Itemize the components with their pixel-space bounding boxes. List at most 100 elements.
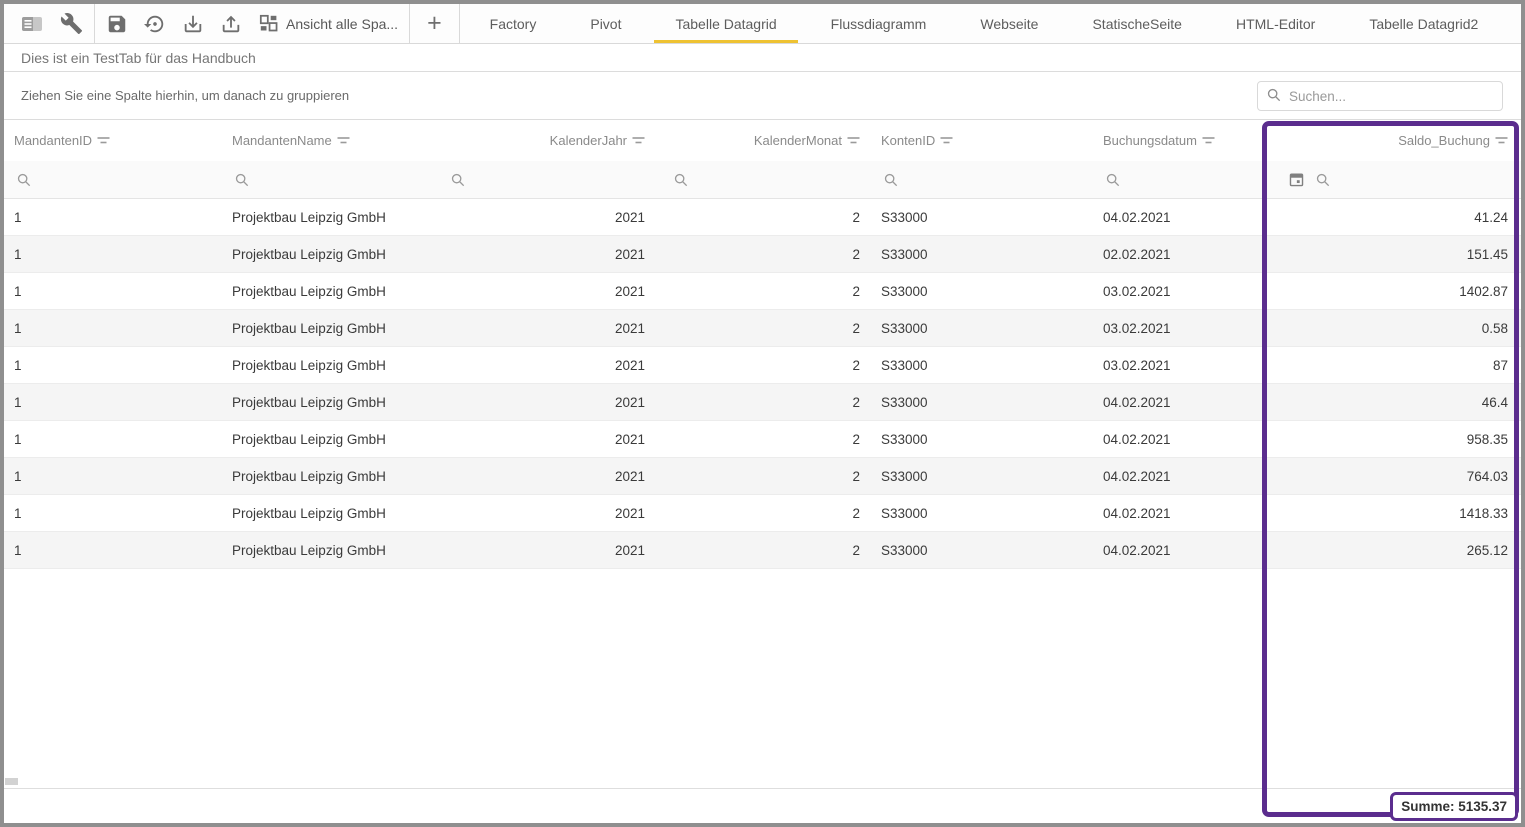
header-filter-icon[interactable] [847, 136, 860, 145]
column-header-kalendermonat[interactable]: KalenderMonat [658, 120, 873, 161]
search-icon [1266, 87, 1282, 106]
cell-kontenid: S33000 [873, 310, 1084, 346]
download-icon [182, 13, 204, 35]
cell-kontenid: S33000 [873, 421, 1084, 457]
tab-webseite[interactable]: Webseite [953, 4, 1065, 43]
tab-factory[interactable]: Factory [463, 4, 564, 43]
save-button[interactable] [98, 4, 136, 43]
cell-saldo_buchung: 151.45 [1262, 236, 1521, 272]
view-all-columns-button[interactable]: Ansicht alle Spa... [250, 4, 406, 43]
cell-kalenderjahr: 2021 [435, 421, 658, 457]
cell-saldo_buchung: 87 [1262, 347, 1521, 383]
cell-buchungsdatum: 04.02.2021 [1084, 199, 1262, 235]
cell-kalenderjahr: 2021 [435, 347, 658, 383]
table-row[interactable]: 1Projektbau Leipzig GmbH20212S3300004.02… [4, 199, 1521, 236]
header-filter-icon[interactable] [1202, 136, 1215, 145]
table-row[interactable]: 1Projektbau Leipzig GmbH20212S3300004.02… [4, 421, 1521, 458]
filter-cell-mandantenid[interactable] [4, 161, 217, 198]
cell-buchungsdatum: 04.02.2021 [1084, 495, 1262, 531]
table-row[interactable]: 1Projektbau Leipzig GmbH20212S3300003.02… [4, 310, 1521, 347]
summary-cell-kontenid [873, 789, 1084, 823]
group-panel[interactable]: Ziehen Sie eine Spalte hierhin, um danac… [4, 72, 1521, 120]
cell-buchungsdatum: 04.02.2021 [1084, 532, 1262, 568]
cell-mandantenid: 1 [4, 347, 217, 383]
cell-saldo_buchung: 1418.33 [1262, 495, 1521, 531]
cell-kalendermonat: 2 [658, 310, 873, 346]
column-header-saldo_buchung[interactable]: Saldo_Buchung [1262, 120, 1521, 161]
cell-kontenid: S33000 [873, 273, 1084, 309]
header-filter-icon[interactable] [1495, 136, 1508, 145]
header-filter-icon[interactable] [632, 136, 645, 145]
column-header-label: Buchungsdatum [1103, 133, 1197, 148]
header-filter-icon[interactable] [337, 136, 350, 145]
table-row[interactable]: 1Projektbau Leipzig GmbH20212S3300004.02… [4, 532, 1521, 569]
tab-tabelle-datagrid[interactable]: Tabelle Datagrid [648, 4, 803, 43]
filter-cell-buchungsdatum[interactable] [1084, 161, 1262, 198]
column-header-label: Saldo_Buchung [1398, 133, 1490, 148]
table-row[interactable]: 1Projektbau Leipzig GmbH20212S3300002.02… [4, 236, 1521, 273]
cell-kalendermonat: 2 [658, 273, 873, 309]
cell-mandantenname: Projektbau Leipzig GmbH [217, 458, 435, 494]
cell-mandantenname: Projektbau Leipzig GmbH [217, 347, 435, 383]
grid-search-box[interactable] [1257, 81, 1503, 111]
table-row[interactable]: 1Projektbau Leipzig GmbH20212S3300003.02… [4, 347, 1521, 384]
filter-cell-kalendermonat[interactable] [658, 161, 873, 198]
cell-mandantenname: Projektbau Leipzig GmbH [217, 236, 435, 272]
cell-saldo_buchung: 41.24 [1262, 199, 1521, 235]
table-row[interactable]: 1Projektbau Leipzig GmbH20212S3300004.02… [4, 495, 1521, 532]
cell-kalenderjahr: 2021 [435, 458, 658, 494]
cell-kalenderjahr: 2021 [435, 310, 658, 346]
cell-kalenderjahr: 2021 [435, 273, 658, 309]
summary-cell-mandantenname [217, 789, 435, 823]
cell-mandantenid: 1 [4, 199, 217, 235]
upload-button[interactable] [212, 4, 250, 43]
add-tab-button[interactable]: + [413, 4, 456, 43]
restore-button[interactable] [136, 4, 174, 43]
tab-flussdiagramm[interactable]: Flussdiagramm [804, 4, 954, 43]
filter-cell-saldo_buchung[interactable] [1262, 161, 1521, 198]
header-filter-icon[interactable] [97, 136, 110, 145]
horizontal-scrollbar-thumb[interactable] [5, 778, 18, 785]
tab-tabelle-datagrid2[interactable]: Tabelle Datagrid2 [1342, 4, 1505, 43]
settings-wrench-button[interactable] [52, 4, 91, 43]
toolbar-divider [94, 4, 95, 43]
cell-mandantenname: Projektbau Leipzig GmbH [217, 532, 435, 568]
download-button[interactable] [174, 4, 212, 43]
column-header-kalenderjahr[interactable]: KalenderJahr [435, 120, 658, 161]
cell-mandantenid: 1 [4, 384, 217, 420]
cell-mandantenid: 1 [4, 458, 217, 494]
tab-html-editor[interactable]: HTML-Editor [1209, 4, 1342, 43]
cell-buchungsdatum: 02.02.2021 [1084, 236, 1262, 272]
table-row[interactable]: 1Projektbau Leipzig GmbH20212S3300004.02… [4, 458, 1521, 495]
data-grid: MandantenID MandantenName KalenderJahrKale… [4, 120, 1521, 823]
panel-preview-button[interactable] [12, 4, 52, 43]
filter-cell-mandantenname[interactable] [217, 161, 435, 198]
restore-icon [144, 13, 166, 35]
cell-kontenid: S33000 [873, 199, 1084, 235]
tab-pivot[interactable]: Pivot [563, 4, 648, 43]
table-row[interactable]: 1Projektbau Leipzig GmbH20212S3300003.02… [4, 273, 1521, 310]
search-icon [883, 172, 899, 188]
tab-statischeseite[interactable]: StatischeSeite [1065, 4, 1209, 43]
cell-kalenderjahr: 2021 [435, 199, 658, 235]
column-header-mandantenid[interactable]: MandantenID [4, 120, 217, 161]
column-header-buchungsdatum[interactable]: Buchungsdatum [1084, 120, 1262, 161]
cell-kontenid: S33000 [873, 347, 1084, 383]
cell-saldo_buchung: 46.4 [1262, 384, 1521, 420]
cell-mandantenid: 1 [4, 310, 217, 346]
cell-mandantenname: Projektbau Leipzig GmbH [217, 495, 435, 531]
header-filter-icon[interactable] [940, 136, 953, 145]
cell-mandantenname: Projektbau Leipzig GmbH [217, 199, 435, 235]
search-input[interactable] [1289, 89, 1494, 104]
filter-cell-kalenderjahr[interactable] [435, 161, 658, 198]
column-header-label: MandantenName [232, 133, 332, 148]
panel-preview-icon [20, 12, 44, 36]
cell-mandantenname: Projektbau Leipzig GmbH [217, 273, 435, 309]
column-header-kontenid[interactable]: KontenID [873, 120, 1084, 161]
table-row[interactable]: 1Projektbau Leipzig GmbH20212S3300004.02… [4, 384, 1521, 421]
summary-cell-buchungsdatum [1084, 789, 1262, 823]
column-header-mandantenname[interactable]: MandantenName [217, 120, 435, 161]
cell-kalenderjahr: 2021 [435, 495, 658, 531]
filter-cell-kontenid[interactable] [873, 161, 1084, 198]
cell-buchungsdatum: 03.02.2021 [1084, 347, 1262, 383]
